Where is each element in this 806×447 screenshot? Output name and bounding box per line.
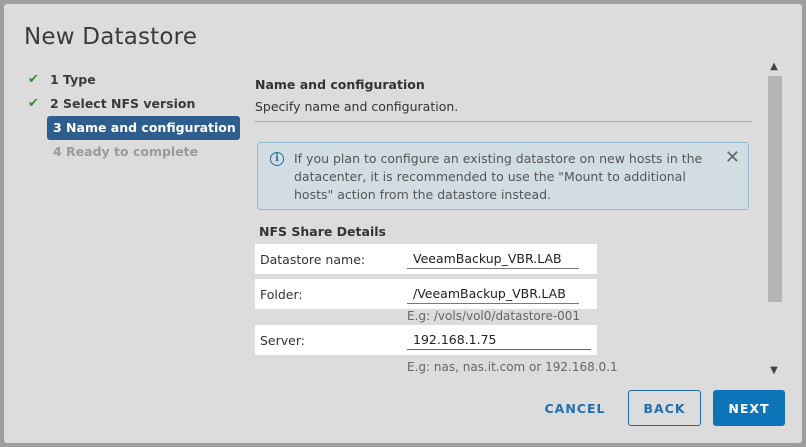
section-title: Name and configuration bbox=[255, 77, 425, 92]
cancel-button[interactable]: CANCEL bbox=[536, 390, 614, 426]
step-label: 4 Ready to complete bbox=[53, 144, 199, 159]
scroll-up-icon[interactable]: ▲ bbox=[765, 60, 783, 74]
vertical-scrollbar[interactable]: ▲ ▼ bbox=[765, 60, 783, 378]
section-subtitle: Specify name and configuration. bbox=[255, 99, 459, 114]
folder-label: Folder: bbox=[260, 287, 303, 302]
step-label: 2 Select NFS version bbox=[50, 96, 196, 111]
step-name-and-configuration[interactable]: 3 Name and configuration bbox=[47, 116, 240, 140]
dialog-title: New Datastore bbox=[24, 24, 198, 50]
step-select-nfs-version[interactable]: ✔ 2 Select NFS version bbox=[28, 92, 240, 116]
back-button[interactable]: BACK bbox=[628, 390, 701, 426]
step-label: 1 Type bbox=[50, 72, 96, 87]
check-icon: ✔ bbox=[28, 72, 39, 87]
step-label: 3 Name and configuration bbox=[53, 120, 236, 135]
folder-row: Folder: bbox=[255, 279, 597, 309]
alert-text: If you plan to configure an existing dat… bbox=[294, 151, 703, 202]
next-button[interactable]: NEXT bbox=[713, 390, 785, 426]
datastore-name-label: Datastore name: bbox=[260, 252, 366, 267]
datastore-name-input[interactable] bbox=[407, 248, 579, 269]
check-icon: ✔ bbox=[28, 96, 39, 111]
server-input[interactable] bbox=[407, 329, 591, 350]
server-row: Server: bbox=[255, 325, 597, 355]
datastore-name-row: Datastore name: bbox=[255, 244, 597, 274]
scroll-down-icon[interactable]: ▼ bbox=[765, 364, 783, 378]
scrollbar-thumb[interactable] bbox=[768, 76, 782, 302]
info-alert: i If you plan to configure an existing d… bbox=[257, 142, 749, 210]
wizard-steps: ✔ 1 Type ✔ 2 Select NFS version 3 Name a… bbox=[28, 68, 240, 164]
step-type[interactable]: ✔ 1 Type bbox=[28, 68, 240, 92]
folder-input[interactable] bbox=[407, 283, 579, 304]
divider bbox=[255, 121, 752, 122]
info-icon: i bbox=[270, 152, 284, 166]
close-icon[interactable]: ✕ bbox=[725, 147, 740, 168]
nfs-share-details-title: NFS Share Details bbox=[259, 224, 386, 239]
server-label: Server: bbox=[260, 333, 305, 348]
folder-hint: E.g: /vols/vol0/datastore-001 bbox=[407, 309, 581, 323]
server-hint: E.g: nas, nas.it.com or 192.168.0.1 bbox=[407, 360, 618, 374]
new-datastore-dialog: New Datastore ✔ 1 Type ✔ 2 Select NFS ve… bbox=[4, 4, 802, 443]
step-ready-to-complete: 4 Ready to complete bbox=[28, 140, 240, 164]
